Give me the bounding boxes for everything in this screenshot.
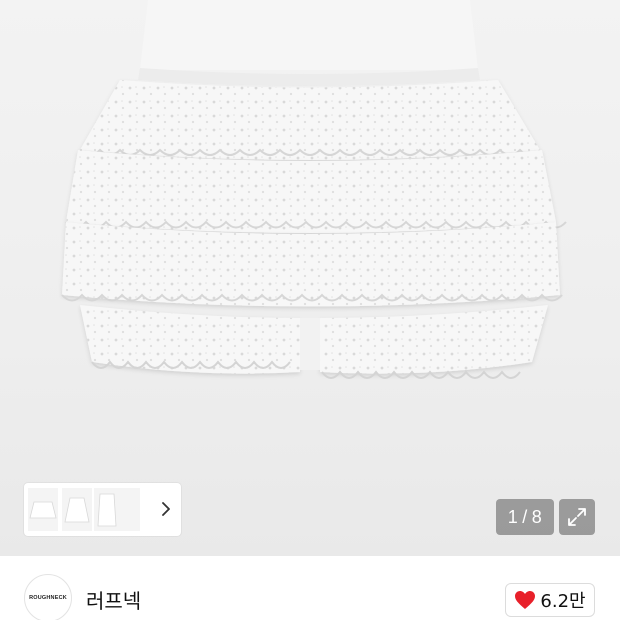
brand-logo[interactable]: ROUGHNECK [24,574,72,620]
product-image-gallery[interactable]: 1 / 8 [0,0,620,556]
page-separator: / [522,506,528,527]
thumbnail-3[interactable] [94,488,140,531]
expand-button[interactable] [559,499,595,535]
like-button[interactable]: 6.2만 [505,583,595,617]
thumbnail-2-image [64,497,90,523]
thumbnail-1[interactable] [28,488,58,531]
total-pages: 8 [531,506,543,527]
heart-icon [515,591,536,609]
current-page: 1 [507,506,519,527]
thumbnail-strip[interactable] [24,483,181,536]
thumbnail-3-image [97,493,117,527]
brand-name[interactable]: 러프넥 [86,585,141,614]
expand-icon [568,508,586,526]
brand-logo-text: ROUGHNECK [29,595,67,601]
product-image [61,0,567,379]
thumbnail-2[interactable] [62,488,92,531]
chevron-right-icon[interactable] [159,500,173,518]
like-count: 6.2만 [540,591,586,612]
page-counter: 1 / 8 [496,499,554,535]
thumbnail-1-image [29,501,57,519]
